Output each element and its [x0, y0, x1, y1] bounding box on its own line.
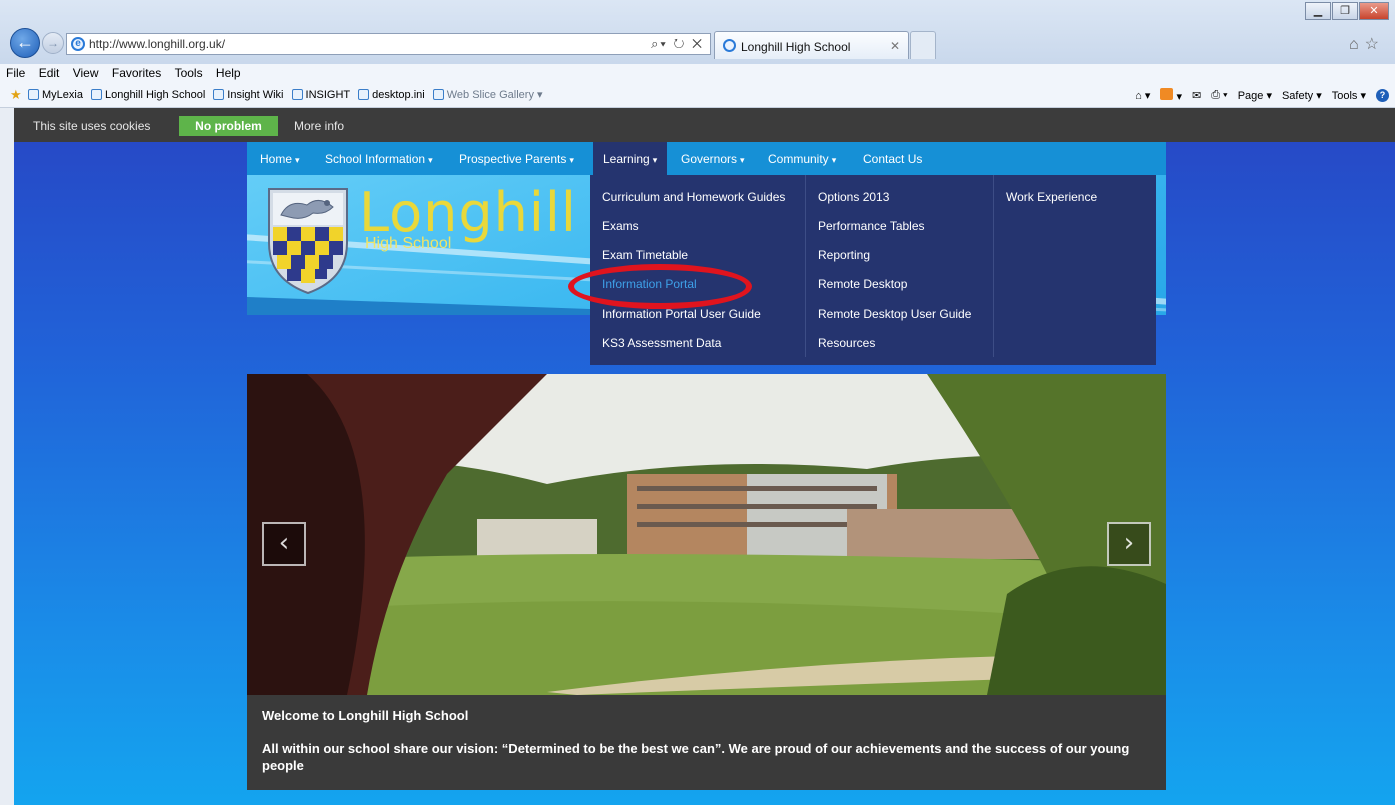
page-icon — [28, 89, 39, 100]
chevron-down-icon: ▾ — [652, 155, 658, 165]
forward-button[interactable]: → — [42, 32, 64, 54]
chevron-down-icon: ▾ — [831, 155, 837, 165]
hero-carousel: ‹ › Welcome to Longhill High School All … — [247, 374, 1166, 790]
minimize-button[interactable]: ▁ — [1305, 2, 1331, 20]
maximize-button[interactable]: ❐ — [1332, 2, 1358, 20]
chevron-down-icon: ▾ — [569, 155, 574, 165]
caption-text: All within our school share our vision: … — [262, 741, 1130, 773]
home-favorites-icons[interactable]: ⌂☆ — [1349, 34, 1385, 54]
menu-favorites[interactable]: Favorites — [112, 64, 161, 82]
nav-governors[interactable]: Governors ▾ — [681, 152, 745, 166]
page-viewport: This site uses cookies No problem More i… — [0, 108, 1395, 805]
menu-help[interactable]: Help — [216, 64, 241, 82]
dropdown-item-performance-tables[interactable]: Performance Tables — [818, 219, 925, 233]
carousel-caption: Welcome to Longhill High School All with… — [247, 695, 1166, 790]
site-navigation: Home ▾ School Information ▾ Prospective Pa… — [247, 142, 1166, 175]
page-icon — [291, 89, 303, 100]
carousel-next-button[interactable]: › — [1107, 522, 1151, 566]
tab-title: Longhill High School — [741, 40, 851, 54]
menu-file[interactable]: File — [6, 64, 25, 82]
dropdown-item-exam-timetable[interactable]: Exam Timetable — [602, 248, 688, 262]
favorite-item[interactable]: INSIGHT — [291, 88, 350, 101]
menu-tools[interactable]: Tools — [175, 64, 203, 82]
close-window-button[interactable]: ✕ — [1359, 2, 1389, 20]
chevron-down-icon: ▾ — [295, 155, 300, 165]
browser-titlebar: ← → e http://www.longhill.org.uk/ ⌕▾ ↻ ✕… — [0, 0, 1395, 64]
page-icon — [213, 89, 225, 100]
menu-bar: File Edit View Favorites Tools Help — [0, 64, 1395, 82]
cookie-accept-button[interactable]: No problem — [179, 116, 278, 136]
dropdown-item-exams[interactable]: Exams — [602, 219, 639, 233]
dropdown-item-work-experience[interactable]: Work Experience — [1006, 190, 1097, 204]
chevron-down-icon: ▾ — [740, 155, 745, 165]
back-button[interactable]: ← — [10, 28, 40, 58]
new-tab-button[interactable] — [910, 31, 936, 59]
dropdown-item-information-portal-guide[interactable]: Information Portal User Guide — [602, 307, 761, 321]
address-url[interactable]: http://www.longhill.org.uk/ — [89, 37, 225, 51]
school-campus-photo — [247, 374, 1166, 695]
red-highlight-annotation — [568, 264, 752, 309]
browser-tab[interactable]: Longhill High School ✕ — [714, 31, 909, 59]
nav-prospective-parents[interactable]: Prospective Parents ▾ — [459, 152, 574, 166]
nav-school-information[interactable]: School Information ▾ — [325, 152, 433, 166]
caption-title: Welcome to Longhill High School — [262, 708, 469, 723]
dropdown-item-remote-desktop[interactable]: Remote Desktop — [818, 277, 907, 291]
dropdown-item-curriculum-guides[interactable]: Curriculum and Homework Guides — [602, 190, 785, 204]
school-subtitle: High School — [365, 235, 452, 252]
favorite-item[interactable]: Insight Wiki — [213, 88, 284, 101]
file-icon — [358, 89, 370, 100]
favorite-item[interactable]: desktop.ini — [358, 88, 425, 101]
print-icon[interactable]: ⎙ ▾ — [1211, 89, 1227, 102]
address-bar[interactable]: e http://www.longhill.org.uk/ ⌕▾ ↻ ✕ — [66, 33, 711, 55]
carousel-prev-button[interactable]: ‹ — [262, 522, 306, 566]
dropdown-item-options-2013[interactable]: Options 2013 — [818, 190, 889, 204]
help-icon[interactable]: ? — [1376, 89, 1389, 102]
menu-view[interactable]: View — [73, 64, 99, 82]
tab-close-icon[interactable]: ✕ — [890, 39, 900, 53]
command-bar: ⌂ ▾ ▾ ✉ ⎙ ▾ Page ▾ Safety ▾ Tools ▾ ? — [1135, 88, 1389, 103]
favorite-item[interactable]: Longhill High School — [90, 88, 205, 101]
cookie-bar: This site uses cookies No problem More i… — [14, 108, 1395, 142]
safety-menu[interactable]: Safety ▾ — [1282, 89, 1322, 102]
cookie-more-info-link[interactable]: More info — [294, 119, 344, 133]
chevron-down-icon: ▾ — [428, 155, 433, 165]
left-gutter — [0, 108, 14, 805]
dropdown-column: Options 2013 Performance Tables Reportin… — [806, 175, 994, 357]
tools-menu[interactable]: Tools ▾ — [1332, 89, 1366, 102]
cookie-message: This site uses cookies — [33, 119, 151, 133]
favorites-bar: ★ MyLexia Longhill High School Insight W… — [0, 82, 1395, 108]
ie-page-icon: e — [71, 37, 85, 51]
nav-community[interactable]: Community ▾ — [768, 152, 836, 166]
home-icon[interactable]: ⌂ ▾ — [1135, 89, 1150, 102]
window-controls: ▁ ❐ ✕ — [1305, 2, 1389, 22]
mail-icon[interactable]: ✉ — [1192, 89, 1201, 102]
menu-edit[interactable]: Edit — [39, 64, 60, 82]
dropdown-item-ks3-assessment[interactable]: KS3 Assessment Data — [602, 336, 721, 350]
tab-ie-icon — [723, 39, 736, 52]
favorite-item[interactable]: Web Slice Gallery ▾ — [432, 88, 542, 101]
dropdown-item-resources[interactable]: Resources — [818, 336, 875, 350]
nav-home[interactable]: Home ▾ — [260, 152, 300, 166]
page-icon — [90, 89, 102, 100]
search-refresh-stop-icons[interactable]: ⌕▾ ↻ ✕ — [651, 36, 704, 52]
nav-learning[interactable]: Learning ▾ — [593, 142, 668, 175]
favorites-star-icon[interactable]: ★ — [10, 87, 22, 103]
feeds-icon[interactable]: ▾ — [1160, 88, 1182, 103]
favorite-item[interactable]: MyLexia — [28, 88, 83, 101]
page-menu[interactable]: Page ▾ — [1238, 89, 1272, 102]
dropdown-item-reporting[interactable]: Reporting — [818, 248, 870, 262]
dropdown-item-remote-desktop-guide[interactable]: Remote Desktop User Guide — [818, 307, 971, 321]
page-icon — [432, 89, 444, 100]
nav-contact-us[interactable]: Contact Us — [863, 152, 922, 166]
dropdown-column: Work Experience — [994, 175, 1156, 357]
school-crest-logo[interactable] — [267, 185, 349, 295]
